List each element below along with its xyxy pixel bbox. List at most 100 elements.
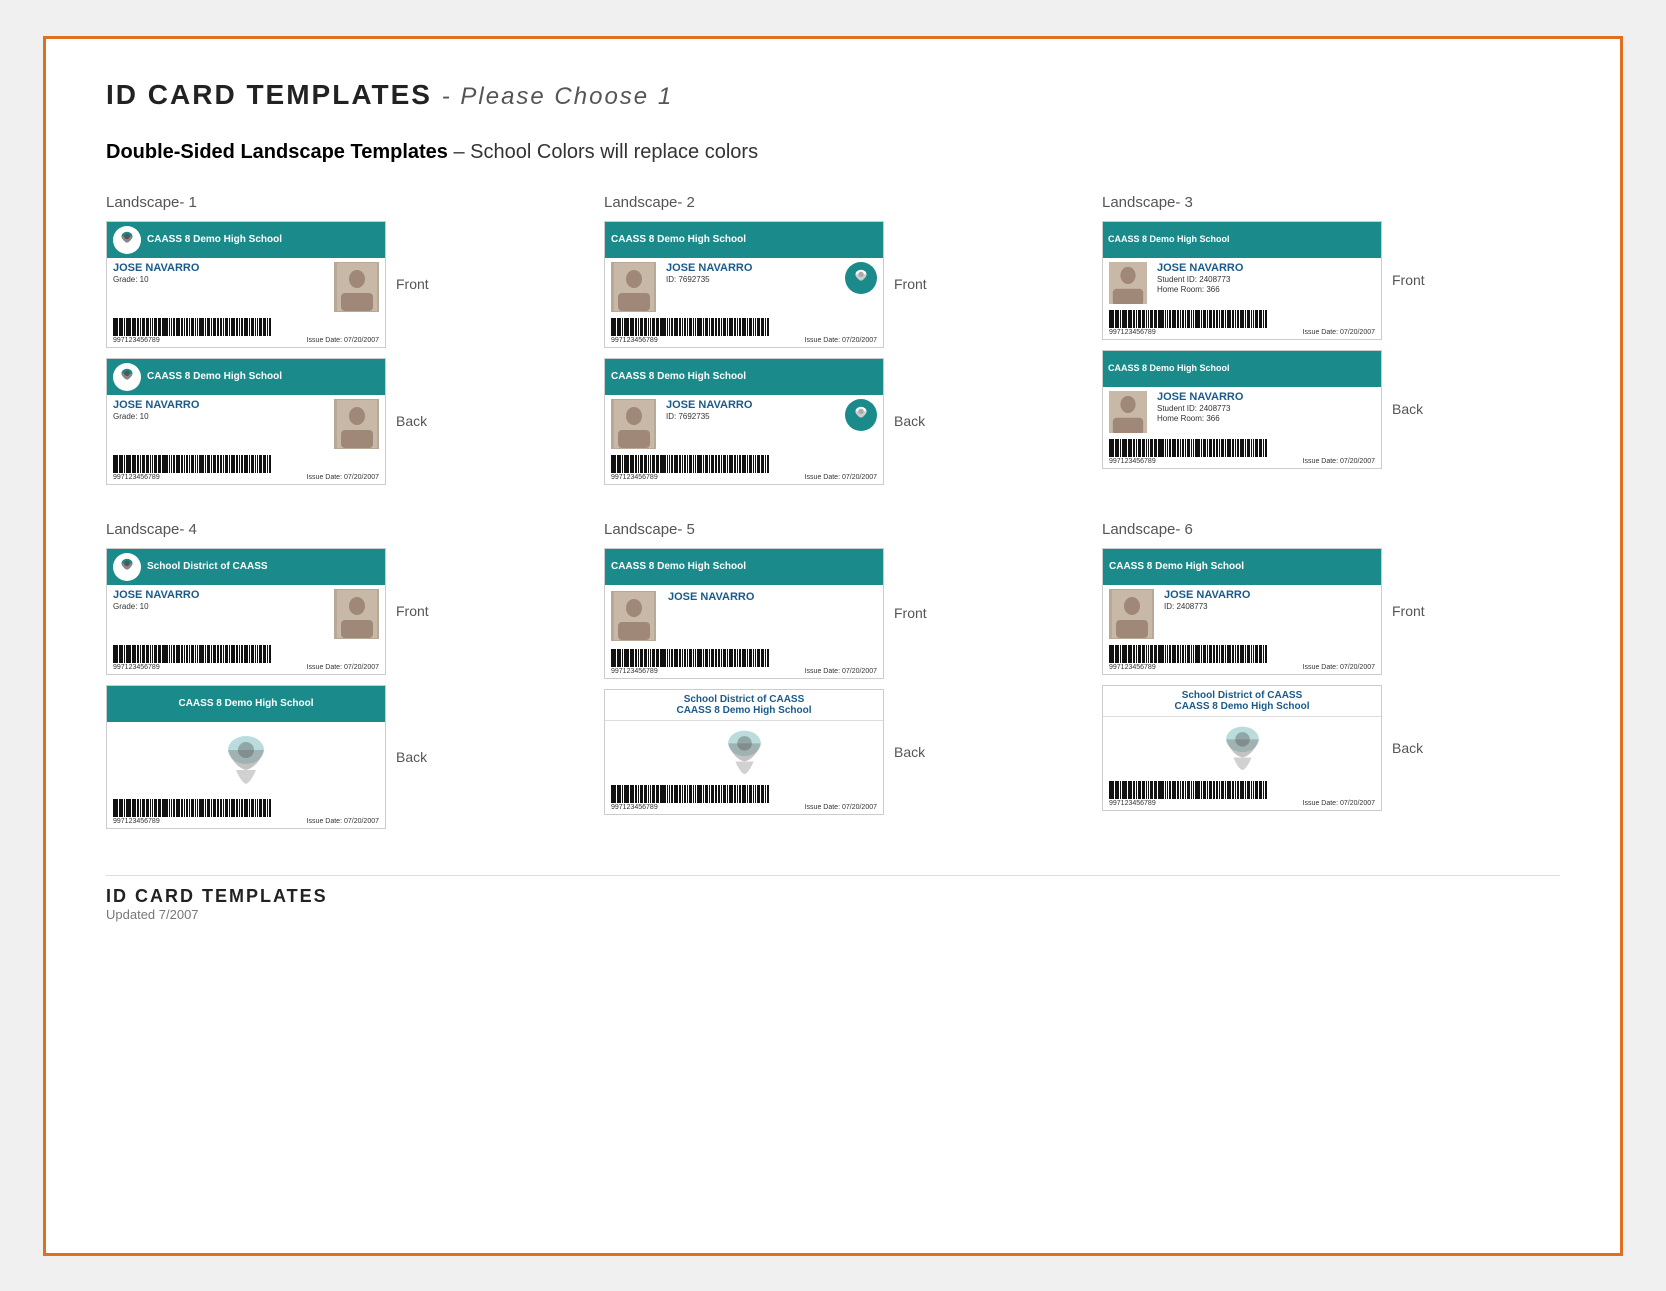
- school-name-5f: CAASS 8 Demo High School: [611, 561, 877, 573]
- subtitle-text: Please Choose 1: [460, 83, 673, 110]
- card-row-front-5[interactable]: CAASS 8 Demo High School JOSE NAVARRO 99…: [604, 548, 1062, 679]
- school-name-1b: CAASS 8 Demo High School: [147, 371, 379, 383]
- student-detail-1b: Grade: 10: [113, 412, 328, 421]
- id-card-front-3[interactable]: CAASS 8 Demo High School JOSE NAVARRO St…: [1102, 221, 1382, 340]
- title-text: ID CARD TEMPLATES: [106, 79, 432, 110]
- student-name-2b: JOSE NAVARRO: [666, 399, 839, 411]
- school-name-3f: CAASS 8 Demo High School: [1108, 234, 1376, 245]
- back-line1-6b: School District of CAASS: [1109, 690, 1375, 701]
- front-label-5: Front: [894, 605, 934, 621]
- page-footer: ID CARD TEMPLATES Updated 7/2007: [106, 875, 1560, 922]
- card-row-front-2[interactable]: CAASS 8 Demo High School JOSE NAVARRO ID…: [604, 221, 1062, 348]
- school-name-6f: CAASS 8 Demo High School: [1109, 561, 1375, 573]
- student-photo-4f: [334, 589, 379, 639]
- front-label-3: Front: [1392, 272, 1432, 288]
- section-bold: Double-Sided Landscape Templates: [106, 141, 448, 163]
- template-group-3: Landscape- 3 CAASS 8 Demo High School JO…: [1102, 194, 1560, 491]
- back-label-4: Back: [396, 749, 436, 765]
- card-row-front-4[interactable]: School District of CAASS JOSE NAVARRO Gr…: [106, 548, 564, 675]
- card-row-back-3[interactable]: CAASS 8 Demo High School JOSE NAVARRO St…: [1102, 350, 1560, 469]
- back-line2-5b: CAASS 8 Demo High School: [611, 705, 877, 716]
- student-name-5f: JOSE NAVARRO: [668, 591, 877, 603]
- back-logo-5b: [605, 721, 883, 783]
- id-card-back-6[interactable]: School District of CAASS CAASS 8 Demo Hi…: [1102, 685, 1382, 811]
- template-group-1: Landscape- 1 CAASS 8 Demo High School JO…: [106, 194, 564, 491]
- student-detail-3b-1: Student ID: 2408773: [1157, 404, 1375, 413]
- student-photo-3b: [1109, 391, 1147, 433]
- main-page: ID CARD TEMPLATES - Please Choose 1 Doub…: [43, 36, 1623, 1256]
- section-note: – School Colors will replace colors: [454, 141, 759, 163]
- student-detail-2b: ID: 7692735: [666, 412, 839, 421]
- card-row-back-6[interactable]: School District of CAASS CAASS 8 Demo Hi…: [1102, 685, 1560, 811]
- student-detail-3f-1: Student ID: 2408773: [1157, 275, 1375, 284]
- student-name-1b: JOSE NAVARRO: [113, 399, 328, 411]
- student-detail-3b-2: Home Room: 366: [1157, 414, 1375, 423]
- template-label-4: Landscape- 4: [106, 521, 564, 538]
- dual-header-6b: School District of CAASS CAASS 8 Demo Hi…: [1103, 686, 1381, 717]
- front-label-2: Front: [894, 276, 934, 292]
- school-name-4f: School District of CAASS: [147, 561, 379, 573]
- template-group-2: Landscape- 2 CAASS 8 Demo High School JO…: [604, 194, 1062, 491]
- back-label-3: Back: [1392, 401, 1432, 417]
- student-detail-1f: Grade: 10: [113, 275, 328, 284]
- id-card-back-3[interactable]: CAASS 8 Demo High School JOSE NAVARRO St…: [1102, 350, 1382, 469]
- card-row-front-6[interactable]: CAASS 8 Demo High School JOSE NAVARRO ID…: [1102, 548, 1560, 675]
- school-logo: [113, 363, 141, 391]
- student-photo-3f: [1109, 262, 1147, 304]
- student-detail-6f: ID: 2408773: [1164, 602, 1375, 611]
- back-line1-5b: School District of CAASS: [611, 694, 877, 705]
- footer-sub: Updated 7/2007: [106, 907, 1560, 922]
- school-logo-2b: [845, 399, 877, 431]
- template-label-1: Landscape- 1: [106, 194, 564, 211]
- card-row-front-3[interactable]: CAASS 8 Demo High School JOSE NAVARRO St…: [1102, 221, 1560, 340]
- id-card-front-6[interactable]: CAASS 8 Demo High School JOSE NAVARRO ID…: [1102, 548, 1382, 675]
- student-detail-2f: ID: 7692735: [666, 275, 839, 284]
- card-row-back-2[interactable]: CAASS 8 Demo High School JOSE NAVARRO ID…: [604, 358, 1062, 485]
- student-photo-5f: [611, 591, 656, 641]
- school-name-4b: CAASS 8 Demo High School: [112, 698, 380, 710]
- template-label-5: Landscape- 5: [604, 521, 1062, 538]
- section-title: Double-Sided Landscape Templates – Schoo…: [106, 141, 1560, 164]
- template-label-2: Landscape- 2: [604, 194, 1062, 211]
- card-row-back-4[interactable]: CAASS 8 Demo High School 997123456789Iss…: [106, 685, 564, 829]
- template-group-6: Landscape- 6 CAASS 8 Demo High School JO…: [1102, 521, 1560, 835]
- id-card-back-2[interactable]: CAASS 8 Demo High School JOSE NAVARRO ID…: [604, 358, 884, 485]
- front-label-6: Front: [1392, 603, 1432, 619]
- student-name-2f: JOSE NAVARRO: [666, 262, 839, 274]
- id-card-back-1[interactable]: CAASS 8 Demo High School JOSE NAVARRO Gr…: [106, 358, 386, 485]
- school-logo: [113, 226, 141, 254]
- template-label-6: Landscape- 6: [1102, 521, 1560, 538]
- card-back-logo-center-4: [107, 722, 385, 797]
- id-card-front-1[interactable]: CAASS 8 Demo High School JOSE NAVARRO Gr…: [106, 221, 386, 348]
- id-card-back-5[interactable]: School District of CAASS CAASS 8 Demo Hi…: [604, 689, 884, 815]
- student-detail-4f: Grade: 10: [113, 602, 328, 611]
- back-label-1: Back: [396, 413, 436, 429]
- school-name-2f: CAASS 8 Demo High School: [611, 234, 877, 246]
- id-card-front-2[interactable]: CAASS 8 Demo High School JOSE NAVARRO ID…: [604, 221, 884, 348]
- id-card-back-4[interactable]: CAASS 8 Demo High School 997123456789Iss…: [106, 685, 386, 829]
- front-label-4: Front: [396, 603, 436, 619]
- student-photo-1b: [334, 399, 379, 449]
- card-row-back-5[interactable]: School District of CAASS CAASS 8 Demo Hi…: [604, 689, 1062, 815]
- back-logo-6b: [1103, 717, 1381, 779]
- front-label-1: Front: [396, 276, 436, 292]
- template-group-4: Landscape- 4 School District of CAASS JO…: [106, 521, 564, 835]
- student-photo-2b: [611, 399, 656, 449]
- back-label-6: Back: [1392, 740, 1432, 756]
- student-photo-2f: [611, 262, 656, 312]
- school-name-1f: CAASS 8 Demo High School: [147, 234, 379, 246]
- dual-header-5b: School District of CAASS CAASS 8 Demo Hi…: [605, 690, 883, 721]
- id-card-front-5[interactable]: CAASS 8 Demo High School JOSE NAVARRO 99…: [604, 548, 884, 679]
- school-logo-2f: [845, 262, 877, 294]
- card-row-front-1[interactable]: CAASS 8 Demo High School JOSE NAVARRO Gr…: [106, 221, 564, 348]
- student-detail-3f-2: Home Room: 366: [1157, 285, 1375, 294]
- page-title: ID CARD TEMPLATES - Please Choose 1: [106, 79, 1560, 111]
- school-logo-4f: [113, 553, 141, 581]
- student-photo-6f: [1109, 589, 1154, 639]
- id-card-front-4[interactable]: School District of CAASS JOSE NAVARRO Gr…: [106, 548, 386, 675]
- card-row-back-1[interactable]: CAASS 8 Demo High School JOSE NAVARRO Gr…: [106, 358, 564, 485]
- footer-title: ID CARD TEMPLATES: [106, 886, 1560, 907]
- back-label-2: Back: [894, 413, 934, 429]
- template-group-5: Landscape- 5 CAASS 8 Demo High School JO…: [604, 521, 1062, 835]
- student-name-3b: JOSE NAVARRO: [1157, 391, 1375, 403]
